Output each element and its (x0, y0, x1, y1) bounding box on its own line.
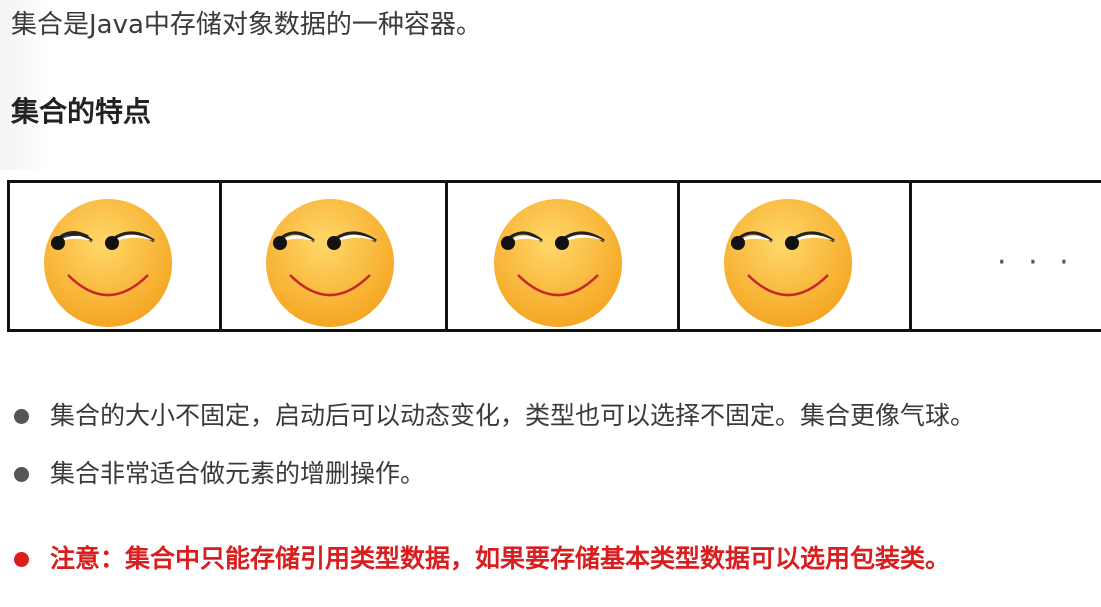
smirk-emoji-icon (724, 199, 852, 327)
slot-more: · · · (909, 183, 1101, 329)
collection-slots: · · · (7, 180, 1101, 332)
slot-3 (445, 183, 677, 329)
feature-list: 集合的大小不固定，启动后可以动态变化，类型也可以选择不固定。集合更像气球。 集合… (12, 395, 975, 511)
warning-note: 注意：集合中只能存储引用类型数据，如果要存储基本类型数据可以选用包装类。 (12, 538, 950, 580)
list-item: 集合非常适合做元素的增删操作。 (12, 453, 975, 511)
smirk-emoji-icon (266, 199, 394, 327)
ellipsis-icon: · · · (997, 245, 1075, 280)
smirk-emoji-icon (494, 199, 622, 327)
slot-4 (677, 183, 909, 329)
section-heading: 集合的特点 (11, 95, 152, 128)
intro-text: 集合是Java中存储对象数据的一种容器。 (11, 10, 482, 40)
smirk-emoji-icon (44, 199, 172, 327)
slot-2 (219, 183, 445, 329)
list-item: 集合的大小不固定，启动后可以动态变化，类型也可以选择不固定。集合更像气球。 (12, 395, 975, 453)
slot-1 (7, 183, 219, 329)
